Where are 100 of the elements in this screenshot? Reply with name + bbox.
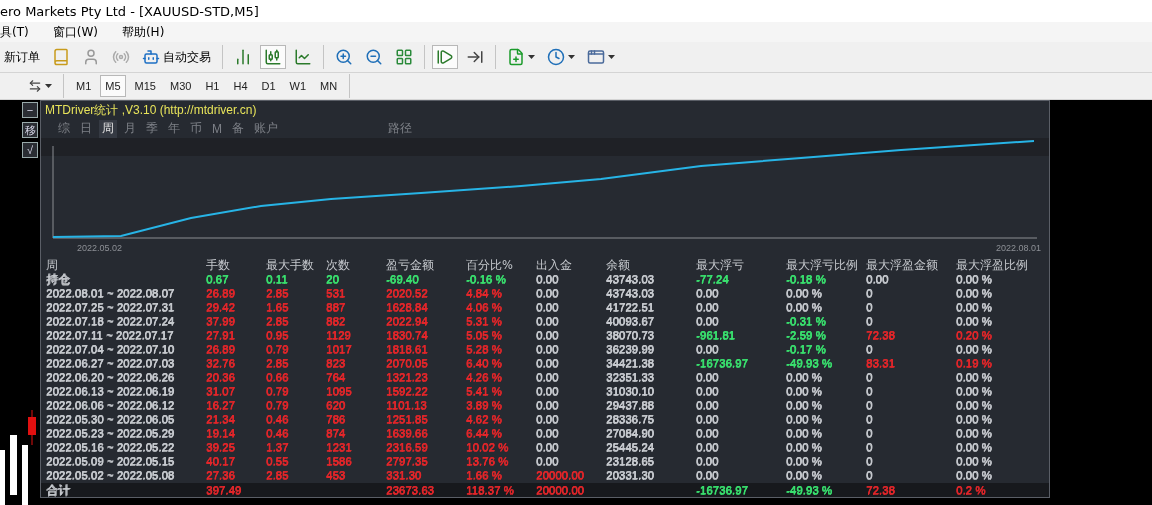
table-cell: 2022.06.06 ~ 2022.06.12 [46,398,175,412]
table-cell: 0.66 [266,370,289,384]
side-button[interactable]: − [22,102,38,118]
table-cell: 887 [326,300,346,314]
table-cell: 72.38 [866,328,895,342]
side-button[interactable]: 移 [22,122,38,138]
tab[interactable]: 币 [187,119,205,138]
table-cell: 6.44 % [466,426,502,440]
new-order-button[interactable]: 新订单 [0,45,44,69]
table-cell: 13.76 % [466,454,509,468]
timeframe-button[interactable]: H4 [228,75,253,97]
tab[interactable]: 季 [143,119,161,138]
table-cell: 10.02 % [466,440,509,454]
side-button[interactable]: √ [22,142,38,158]
table-cell: 2022.05.23 ~ 2022.05.29 [46,426,175,440]
table-cell: 27084.90 [606,426,654,440]
table-cell: 2022.94 [386,314,428,328]
window-icon [587,48,605,66]
timeframe-button[interactable]: D1 [256,75,281,97]
timeframe-button[interactable]: M15 [129,75,161,97]
table-cell: 2022.05.16 ~ 2022.05.22 [46,440,175,454]
table-cell: 0.00 % [786,468,822,482]
table-cell: 27.36 [206,468,235,482]
table-cell: 持仓 [46,272,70,286]
timeframe-button[interactable]: H1 [200,75,225,97]
tab[interactable]: 月 [121,119,139,138]
table-cell: 合计 [46,483,70,497]
menu-item[interactable]: 帮助(H) [121,23,165,41]
table-cell: 0.00 [536,398,559,412]
table-cell: 0.00 [536,356,559,370]
candlestick-icon [264,48,282,66]
table-cell: 0.00 % [956,342,992,356]
tab[interactable]: 日 [77,119,95,138]
toolbar-button[interactable] [432,45,458,69]
table-cell: 620 [326,398,346,412]
table-cell: 0.46 [266,426,289,440]
column-header: 最大浮盈比例 [956,258,1029,272]
tab[interactable]: M [209,119,225,138]
tab[interactable]: 路径 [385,119,415,138]
auto-trading-button[interactable]: 自动交易 [138,45,215,69]
table-cell: 21.34 [206,412,235,426]
table-cell: 0 [866,342,873,356]
table-cell: 0.00 % [956,468,992,482]
table-cell: 1.65 [266,300,289,314]
table-cell: 16.27 [206,398,235,412]
table-cell: 2022.06.13 ~ 2022.06.19 [46,384,175,398]
table-cell: 2020.52 [386,286,428,300]
table-cell: 1129 [326,328,351,342]
menu-item[interactable]: 窗口(W) [52,23,98,41]
table-cell: 786 [326,412,346,426]
table-cell: 0.00 % [956,412,992,426]
table-cell: 0.00 [696,468,719,482]
timeframe-button[interactable]: MN [315,75,343,97]
grid-icon [395,48,413,66]
arrows-icon [28,79,42,93]
table-cell: 0.00 [536,440,559,454]
robot-icon [142,48,160,66]
table-cell: 0 [866,412,873,426]
table-cell: 0 [866,300,873,314]
table-cell: 40093.67 [606,314,654,328]
timeframe-button[interactable]: M1 [71,75,97,97]
tab[interactable]: 周 [99,119,117,138]
tab[interactable]: 账户 [251,119,281,138]
table-cell: 26.89 [206,342,235,356]
timeframe-button[interactable]: W1 [284,75,312,97]
table-cell: 0.95 [266,328,289,342]
table-cell: 2.85 [266,356,289,370]
table-cell: 2022.07.04 ~ 2022.07.10 [46,342,175,356]
table-cell: 0.00 [536,412,559,426]
table-cell: 0.00 % [956,300,992,314]
menu-item[interactable]: 具(T) [0,23,29,41]
tab[interactable]: 备 [229,119,247,138]
shift-icon [466,48,484,66]
timeframe-button[interactable]: M5 [100,75,126,97]
table-cell: 0.2 % [956,483,986,497]
table-cell: 0.00 [696,384,719,398]
table-cell: 531 [326,286,346,300]
timeframe-button[interactable]: M30 [164,75,197,97]
table-cell: 0.00 [696,398,719,412]
table-cell: 5.31 % [466,314,502,328]
table-cell: 29437.88 [606,398,654,412]
table-cell: 0.00 [866,272,889,286]
table-cell: 0 [866,468,873,482]
table-cell: -16736.97 [696,483,748,497]
table-cell: 25445.24 [606,440,654,454]
tab[interactable]: 年 [165,119,183,138]
table-cell: 72.38 [866,483,895,497]
table-cell: 0.00 % [786,384,822,398]
table-cell: 0 [866,370,873,384]
toolbar-button[interactable] [260,45,286,69]
table-cell: 0.19 % [956,356,992,370]
table-cell: 39.25 [206,440,235,454]
table-cell: -49.93 % [786,356,833,370]
table-cell: 2.85 [266,314,289,328]
tab[interactable]: 综 [55,119,73,138]
table-cell: 0.00 [696,286,719,300]
table-cell: 0.00 % [786,412,822,426]
table-cell: 32.76 [206,356,235,370]
table-cell: 0 [866,426,873,440]
table-cell: 20 [326,272,339,286]
